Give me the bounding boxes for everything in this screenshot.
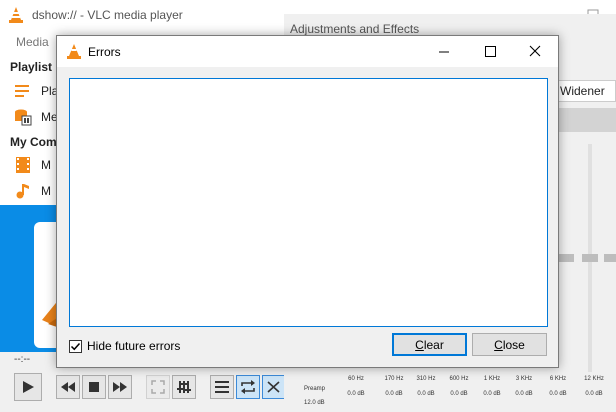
errors-log[interactable] [69, 78, 548, 327]
close-button-label: lose [502, 337, 525, 352]
eq-band-gain: 0.0 dB [417, 391, 435, 397]
fullscreen-icon [151, 380, 165, 394]
stop-icon [89, 382, 99, 392]
shuffle-button[interactable] [262, 375, 286, 399]
close-button[interactable]: Close [472, 333, 547, 356]
eq-band-freq: 3 KHz [515, 376, 533, 382]
eq-band-gain: 0.0 dB [347, 391, 365, 397]
eq-band-gain: 0.0 dB [483, 391, 501, 397]
playlist-toggle-icon [215, 381, 229, 393]
previous-icon [61, 382, 75, 392]
close-icon [529, 45, 541, 57]
eq-band-freq: 12 KHz [584, 376, 604, 382]
checkmark-icon [70, 342, 81, 350]
play-icon [23, 381, 34, 393]
close-button-access-key: C [494, 337, 503, 352]
tab-widener[interactable]: Widener [555, 80, 616, 102]
shuffle-icon [267, 381, 280, 393]
extended-settings-button[interactable] [172, 375, 196, 399]
maximize-icon [485, 46, 496, 57]
minimize-icon [439, 51, 449, 53]
eq-band-freq: 600 Hz [449, 376, 469, 382]
eq-slider-handle[interactable] [604, 254, 616, 262]
eq-band-freq: 60 Hz [348, 376, 364, 382]
eq-slider-handle[interactable] [558, 254, 574, 262]
preamp-label: Preamp [304, 386, 326, 392]
clear-button[interactable]: Clear [392, 333, 467, 356]
eq-band-gain: 0.0 dB [450, 391, 468, 397]
preamp-value: 12.0 dB [304, 400, 325, 406]
hide-future-errors-label: Hide future errors [87, 339, 181, 353]
playlist-icon [15, 85, 29, 97]
loop-icon [241, 380, 255, 394]
loop-button[interactable] [236, 375, 260, 399]
errors-titlebar[interactable]: Errors [57, 36, 558, 67]
elapsed-time: --:-- [14, 354, 31, 365]
next-icon [113, 382, 127, 392]
eq-slider-handle[interactable] [582, 254, 598, 262]
eq-band-gain: 0.0 dB [385, 391, 403, 397]
adjustments-title: Adjustments and Effects [290, 22, 420, 36]
next-button[interactable] [108, 375, 132, 399]
sidebar-item-label: M [41, 158, 51, 172]
eq-band-freq: 6 KHz [549, 376, 567, 382]
sidebar-item-label: M [41, 184, 51, 198]
play-button[interactable] [14, 373, 42, 401]
extended-settings-icon [177, 381, 191, 393]
dialog-close-button[interactable] [512, 36, 558, 67]
equalizer-labels: Preamp 12.0 dB 60 Hz 0.0 dB 170 Hz 0.0 d… [290, 372, 616, 412]
videos-icon [16, 157, 30, 173]
eq-band-freq: 310 Hz [416, 376, 436, 382]
media-library-icon [15, 109, 32, 126]
dialog-minimize-button[interactable] [421, 36, 467, 67]
clear-button-access-key: C [415, 337, 424, 352]
vlc-window-title: dshow:// - VLC media player [32, 8, 183, 22]
dialog-title: Errors [88, 45, 121, 59]
clear-button-label: lear [423, 337, 444, 352]
fullscreen-button[interactable] [146, 375, 170, 399]
music-icon [16, 184, 29, 199]
checkbox-box[interactable] [69, 339, 82, 353]
stop-button[interactable] [82, 375, 106, 399]
vlc-cone-icon [67, 44, 81, 59]
playlist-heading: Playlist [10, 60, 53, 74]
eq-band-freq: 1 KHz [483, 376, 501, 382]
vlc-cone-icon [9, 7, 23, 23]
menu-media[interactable]: Media [16, 35, 49, 49]
eq-band-gain: 0.0 dB [549, 391, 567, 397]
playlist-toggle-button[interactable] [210, 375, 234, 399]
eq-band-freq: 170 Hz [384, 376, 404, 382]
errors-dialog: Errors Hide future errors Clear Close [56, 35, 559, 368]
eq-band-gain: 0.0 dB [585, 391, 603, 397]
hide-future-errors-checkbox[interactable]: Hide future errors [69, 338, 180, 354]
dialog-maximize-button[interactable] [467, 36, 513, 67]
eq-band-gain: 0.0 dB [515, 391, 533, 397]
previous-button[interactable] [56, 375, 80, 399]
